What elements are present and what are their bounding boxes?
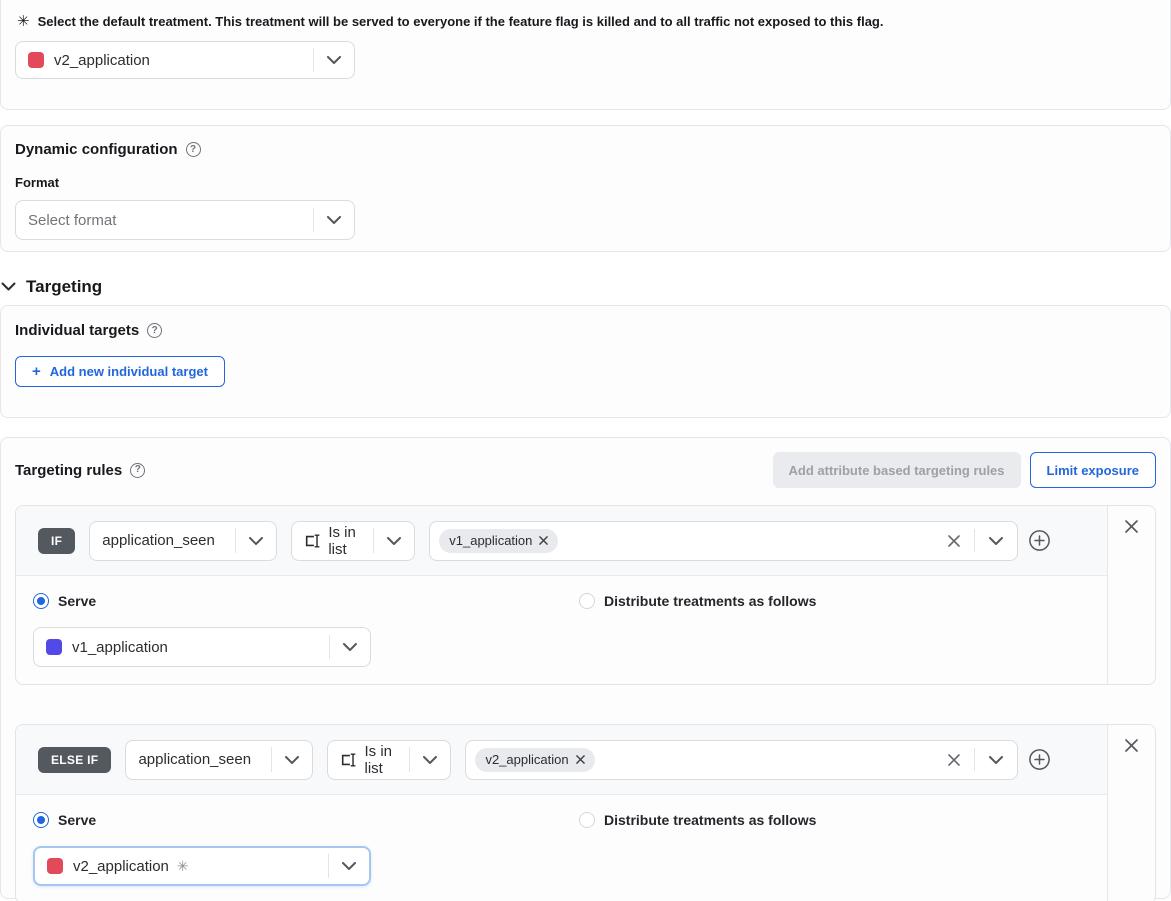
distribute-option[interactable]: Distribute treatments as follows	[579, 593, 816, 609]
clear-values-icon[interactable]	[934, 753, 974, 767]
chevron-down-icon[interactable]	[314, 56, 354, 64]
collapse-chevron-icon[interactable]	[1, 282, 16, 291]
serve-treatment-value: v2_application	[73, 858, 169, 875]
add-individual-target-button[interactable]: + Add new individual target	[15, 356, 225, 387]
value-pill: v2_application	[475, 748, 594, 772]
treatment-color-swatch	[46, 639, 62, 655]
help-icon[interactable]: ?	[147, 323, 162, 338]
matcher-value: Is in list	[365, 743, 410, 777]
delete-rule-icon[interactable]	[1124, 738, 1139, 901]
distribute-label: Distribute treatments as follows	[604, 593, 816, 609]
add-condition-icon[interactable]	[1028, 529, 1051, 552]
matcher-select[interactable]: Is in list	[291, 521, 415, 561]
delete-rule-icon[interactable]	[1124, 519, 1139, 684]
values-input[interactable]: v2_application	[465, 740, 1018, 780]
treatment-color-swatch	[47, 858, 63, 874]
individual-targets-section: Individual targets ? + Add new individua…	[0, 305, 1171, 418]
remove-value-icon[interactable]	[539, 536, 548, 545]
add-individual-target-label: Add new individual target	[50, 364, 208, 379]
plus-icon: +	[32, 363, 41, 380]
matcher-value: Is in list	[328, 524, 373, 558]
distribute-label: Distribute treatments as follows	[604, 812, 816, 828]
serve-treatment-select[interactable]: v2_application ✳	[33, 846, 371, 886]
chevron-down-icon[interactable]	[272, 756, 312, 764]
targeting-title: Targeting	[26, 277, 102, 297]
serve-radio[interactable]	[33, 812, 49, 828]
values-input[interactable]: v1_application	[429, 521, 1018, 561]
targeting-rules-section: Targeting rules ? Add attribute based ta…	[0, 437, 1171, 899]
serve-treatment-value: v1_application	[72, 639, 168, 656]
format-label: Format	[15, 175, 1156, 190]
serve-option[interactable]: Serve	[33, 812, 579, 828]
remove-value-icon[interactable]	[576, 755, 585, 764]
targeting-rule-card: IF application_seen Is in list	[15, 505, 1156, 685]
chevron-down-icon[interactable]	[410, 756, 450, 764]
default-treatment-section: ✳ Select the default treatment. This tre…	[0, 0, 1171, 110]
distribute-option[interactable]: Distribute treatments as follows	[579, 812, 816, 828]
serve-option[interactable]: Serve	[33, 593, 579, 609]
attribute-value: application_seen	[138, 751, 251, 768]
value-pill-label: v2_application	[485, 752, 568, 767]
chevron-down-icon[interactable]	[330, 643, 370, 651]
chevron-down-icon[interactable]	[314, 216, 354, 224]
default-treatment-value: v2_application	[54, 52, 150, 69]
serve-treatment-select[interactable]: v1_application	[33, 627, 371, 667]
chevron-down-icon[interactable]	[236, 537, 276, 545]
help-icon[interactable]: ?	[130, 463, 145, 478]
chevron-down-icon[interactable]	[975, 537, 1017, 545]
default-treatment-select[interactable]: v2_application	[15, 41, 355, 79]
dynamic-configuration-title: Dynamic configuration	[15, 141, 178, 158]
individual-targets-title: Individual targets	[15, 322, 139, 339]
value-pill: v1_application	[439, 529, 558, 553]
add-condition-icon[interactable]	[1028, 748, 1051, 771]
targeting-rules-title: Targeting rules	[15, 462, 122, 479]
targeting-section-header[interactable]: Targeting	[0, 268, 1171, 305]
format-placeholder: Select format	[28, 212, 116, 229]
help-icon[interactable]: ?	[186, 142, 201, 157]
default-treatment-note: ✳ Select the default treatment. This tre…	[15, 14, 1156, 29]
value-pill-label: v1_application	[449, 533, 532, 548]
targeting-rule-card: ELSE IF application_seen Is in list	[15, 724, 1156, 901]
treatment-color-swatch	[28, 52, 44, 68]
chevron-down-icon[interactable]	[975, 756, 1017, 764]
distribute-radio[interactable]	[579, 593, 595, 609]
format-select[interactable]: Select format	[15, 200, 355, 240]
condition-badge: ELSE IF	[38, 747, 111, 773]
condition-badge: IF	[38, 528, 75, 554]
default-treatment-asterisk-icon: ✳	[177, 858, 189, 875]
clear-values-icon[interactable]	[934, 534, 974, 548]
chevron-down-icon[interactable]	[329, 862, 369, 870]
distribute-radio[interactable]	[579, 812, 595, 828]
serve-label: Serve	[58, 593, 96, 609]
serve-radio[interactable]	[33, 593, 49, 609]
attribute-value: application_seen	[102, 532, 215, 549]
attribute-select[interactable]: application_seen	[89, 521, 277, 561]
add-attribute-rules-button[interactable]: Add attribute based targeting rules	[773, 452, 1021, 488]
attribute-select[interactable]: application_seen	[125, 740, 313, 780]
default-treatment-note-text: Select the default treatment. This treat…	[38, 14, 884, 29]
chevron-down-icon[interactable]	[374, 537, 414, 545]
limit-exposure-button[interactable]: Limit exposure	[1030, 452, 1156, 488]
required-asterisk-icon: ✳	[17, 14, 30, 29]
matcher-select[interactable]: Is in list	[327, 740, 451, 780]
dynamic-configuration-section: Dynamic configuration ? Format Select fo…	[0, 125, 1171, 252]
serve-label: Serve	[58, 812, 96, 828]
string-matcher-icon	[304, 533, 321, 549]
string-matcher-icon	[340, 752, 357, 768]
